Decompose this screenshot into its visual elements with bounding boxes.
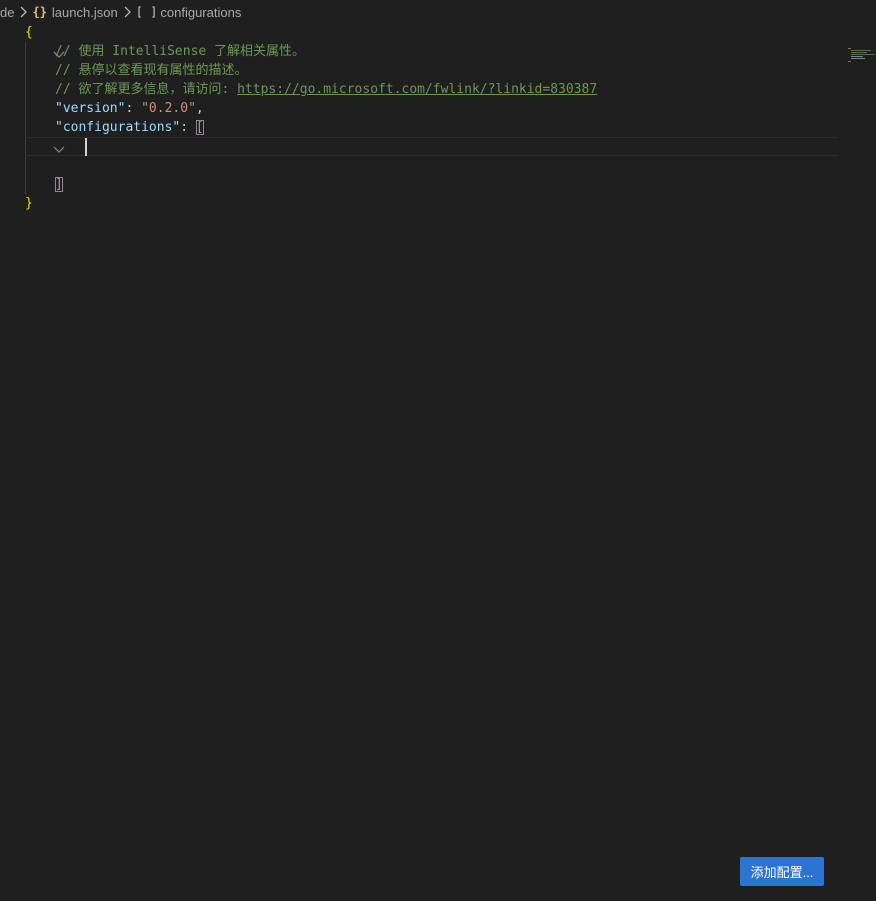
- code-line-6[interactable]: "configurations": [: [0, 118, 838, 153]
- comma: ,: [195, 101, 204, 116]
- json-braces-icon: {}: [32, 5, 47, 19]
- code-line-4[interactable]: // 欲了解更多信息，请访问: https://go.microsoft.com…: [0, 80, 838, 99]
- configurations-key: "configurations": [55, 120, 181, 135]
- colon: :: [180, 120, 196, 135]
- breadcrumb-file-label: launch.json: [51, 4, 118, 20]
- code-line-5[interactable]: "version": "0.2.0",: [0, 99, 838, 118]
- chevron-down-icon[interactable]: [6, 28, 65, 58]
- text-cursor: [85, 138, 87, 156]
- open-brace: {: [25, 25, 33, 40]
- breadcrumb-folder[interactable]: de: [0, 5, 14, 20]
- breadcrumb-file[interactable]: {} launch.json: [32, 5, 117, 20]
- add-configuration-button[interactable]: 添加配置...: [740, 857, 824, 886]
- comment-intellisense: // 使用 IntelliSense 了解相关属性。: [55, 44, 306, 59]
- version-value: "0.2.0": [141, 101, 196, 116]
- chevron-right-icon: [123, 6, 131, 18]
- array-icon: [ ]: [135, 5, 158, 19]
- chevron-right-icon: [19, 6, 28, 18]
- code-line-3[interactable]: // 悬停以查看现有属性的描述。: [0, 61, 838, 80]
- minimap[interactable]: [848, 48, 876, 62]
- code-line-8[interactable]: [0, 156, 838, 175]
- close-bracket: ]: [55, 177, 63, 192]
- code-line-2[interactable]: // 使用 IntelliSense 了解相关属性。: [0, 42, 838, 61]
- code-line-10[interactable]: }: [0, 194, 838, 213]
- breadcrumb-symbol-label: configurations: [160, 4, 242, 20]
- comment-more-info: // 欲了解更多信息，请访问:: [55, 82, 238, 97]
- code-line-7[interactable]: [0, 137, 838, 156]
- chevron-down-icon[interactable]: [6, 123, 65, 153]
- open-bracket: [: [195, 120, 204, 135]
- breadcrumb-symbol[interactable]: [ ] configurations: [136, 5, 242, 20]
- code-editor[interactable]: { // 使用 IntelliSense 了解相关属性。 // 悬停以查看现有属…: [0, 23, 876, 901]
- fwlink-url[interactable]: https://go.microsoft.com/fwlink/?linkid=…: [237, 82, 597, 97]
- close-brace: }: [25, 196, 33, 211]
- breadcrumb: de {} launch.json [ ] configurations: [0, 0, 876, 24]
- comment-hover: // 悬停以查看现有属性的描述。: [55, 63, 248, 78]
- code-line-9[interactable]: ]: [0, 175, 838, 194]
- colon: :: [125, 101, 142, 116]
- breadcrumb-folder-label: de: [0, 4, 15, 20]
- version-key: "version": [55, 101, 126, 116]
- code-line-1[interactable]: {: [0, 23, 838, 58]
